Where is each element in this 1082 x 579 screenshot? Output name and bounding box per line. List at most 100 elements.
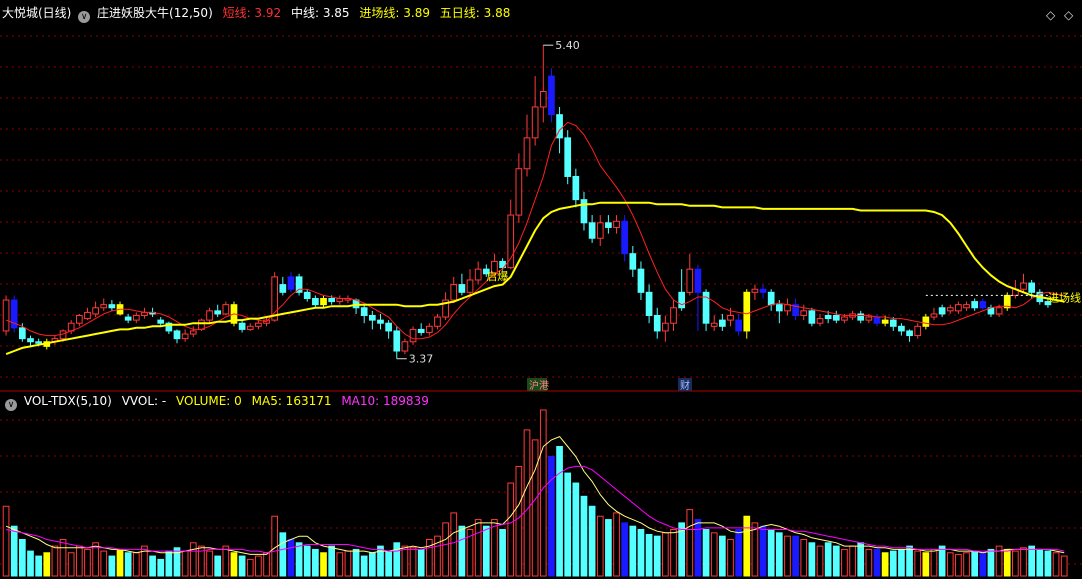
volume-bar[interactable] (548, 455, 555, 577)
volume-bar[interactable] (580, 495, 588, 577)
volume-bar[interactable] (222, 545, 230, 577)
volume-bar[interactable] (124, 552, 132, 577)
diamond-icon[interactable]: ◇ (1046, 8, 1055, 22)
indicator-settings-icon[interactable]: ∨ (78, 11, 91, 23)
candle-body[interactable] (255, 322, 262, 327)
candle-body[interactable] (466, 279, 474, 293)
volume-bar[interactable] (727, 538, 734, 577)
volume-bar[interactable] (474, 519, 482, 577)
volume-bar[interactable] (963, 552, 970, 577)
candle-body[interactable] (841, 316, 848, 321)
volume-bar[interactable] (621, 522, 629, 577)
volume-bar[interactable] (2, 505, 10, 577)
candle-body[interactable] (588, 222, 596, 239)
volume-bar[interactable] (735, 529, 742, 577)
candle-body[interactable] (572, 175, 580, 201)
candle-body[interactable] (865, 316, 873, 321)
candle-body[interactable] (385, 322, 392, 332)
volume-bar[interactable] (556, 446, 563, 577)
volume-bar[interactable] (482, 525, 490, 577)
volume-bar[interactable] (303, 545, 311, 577)
candle-body[interactable] (759, 288, 767, 293)
volume-bar[interactable] (246, 558, 254, 577)
volume-bar[interactable] (344, 550, 352, 577)
volume-bar[interactable] (19, 538, 26, 577)
candle-body[interactable] (189, 330, 197, 335)
candle-body[interactable] (832, 314, 840, 321)
candle-body[interactable] (816, 318, 824, 324)
volume-bar[interactable] (922, 552, 930, 577)
candle-body[interactable] (784, 304, 791, 312)
volume-bar[interactable] (523, 429, 531, 577)
candle-body[interactable] (775, 304, 783, 312)
candle-body[interactable] (1020, 282, 1027, 290)
candle-body[interactable] (377, 319, 384, 324)
volume-bar[interactable] (613, 512, 620, 577)
volume-bar[interactable] (898, 548, 905, 577)
volume-bar[interactable] (214, 555, 222, 577)
volume-bar[interactable] (637, 529, 645, 577)
candle-body[interactable] (645, 291, 653, 316)
volume-bar[interactable] (287, 538, 295, 577)
volume-bar[interactable] (255, 555, 262, 577)
volume-bar[interactable] (27, 550, 34, 577)
volume-bar[interactable] (295, 542, 303, 577)
stock-name-label[interactable]: 大悦城(日线) (2, 6, 71, 20)
volume-bar[interactable] (588, 505, 596, 577)
candle-body[interactable] (995, 307, 1003, 315)
volume-bar[interactable] (564, 472, 572, 577)
volume-bar[interactable] (491, 519, 498, 577)
volume-bar[interactable] (759, 525, 767, 577)
volume-bar[interactable] (189, 542, 197, 577)
volume-bar[interactable] (686, 509, 694, 577)
volume-bar[interactable] (1044, 550, 1052, 577)
volume-bar[interactable] (409, 547, 417, 577)
candle-body[interactable] (238, 322, 246, 330)
candle-body[interactable] (360, 307, 368, 316)
volume-bar[interactable] (938, 545, 946, 577)
volume-bar[interactable] (1003, 548, 1011, 577)
candle-body[interactable] (100, 304, 108, 309)
candle-body[interactable] (727, 314, 734, 321)
candle-body[interactable] (507, 214, 515, 269)
volume-bar[interactable] (629, 525, 637, 577)
indicator-name-label[interactable]: 庄进妖股大牛(12,50) (97, 6, 213, 20)
candle-body[interactable] (694, 268, 702, 293)
volume-bar[interactable] (59, 538, 67, 577)
volume-bar[interactable] (841, 548, 848, 577)
volume-bar[interactable] (116, 548, 124, 577)
volume-bar[interactable] (360, 555, 368, 577)
volume-bar[interactable] (971, 550, 979, 577)
volume-bar[interactable] (10, 525, 18, 577)
candle-body[interactable] (564, 137, 572, 177)
volume-bar[interactable] (507, 482, 515, 577)
candle-body[interactable] (458, 284, 466, 293)
candle-body[interactable] (393, 330, 401, 352)
candle-body[interactable] (214, 310, 222, 315)
candle-body[interactable] (312, 297, 319, 306)
candle-body[interactable] (108, 304, 116, 309)
volume-bar[interactable] (149, 555, 156, 577)
volume-bar[interactable] (694, 519, 702, 577)
volume-bar[interactable] (596, 515, 604, 577)
volume-bar[interactable] (946, 552, 954, 577)
candle-body[interactable] (800, 310, 808, 316)
candle-body[interactable] (767, 291, 775, 306)
volume-bar[interactable] (1036, 548, 1044, 577)
volume-bar[interactable] (906, 545, 913, 577)
candle-body[interactable] (303, 291, 311, 299)
candle-body[interactable] (678, 291, 685, 309)
volume-bar[interactable] (108, 555, 116, 577)
candle-body[interactable] (889, 319, 897, 327)
volume-bar[interactable] (670, 529, 677, 577)
volume-bar[interactable] (336, 552, 344, 577)
candle-body[interactable] (515, 168, 523, 216)
volume-bar[interactable] (263, 552, 270, 577)
candle-body[interactable] (662, 322, 669, 332)
candle-body[interactable] (287, 276, 295, 290)
candle-body[interactable] (173, 330, 181, 340)
candle-body[interactable] (181, 333, 189, 340)
candle-body[interactable] (84, 311, 91, 320)
volume-bar[interactable] (515, 465, 523, 577)
candle-body[interactable] (35, 341, 42, 344)
